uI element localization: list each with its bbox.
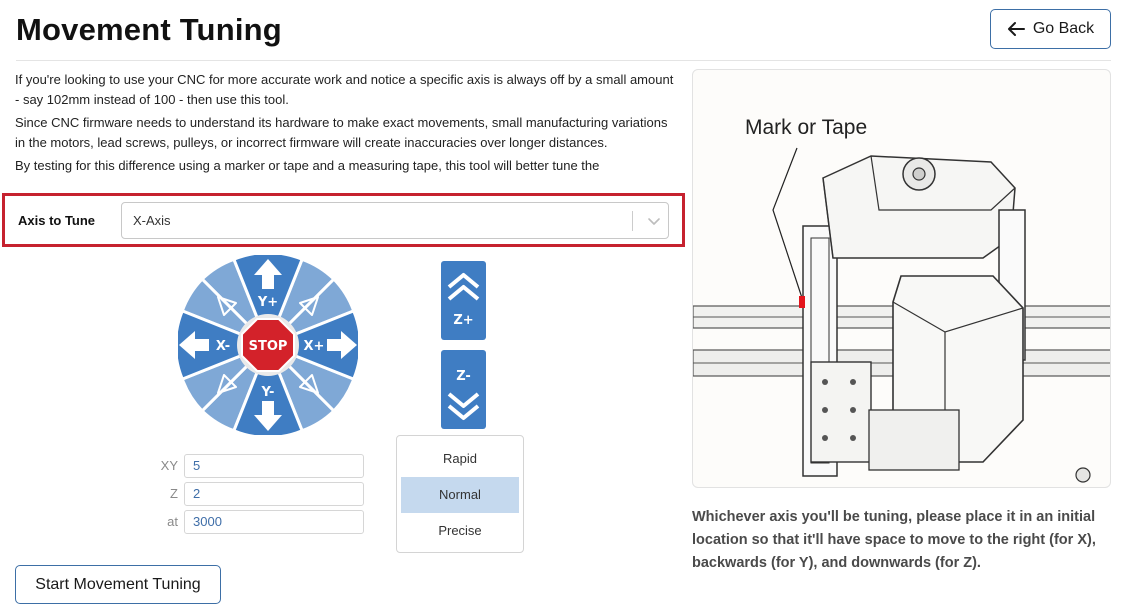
stop-label: STOP xyxy=(249,339,288,354)
axis-selector-highlight: Axis to Tune X-Axis xyxy=(2,193,685,247)
header-divider xyxy=(16,60,1111,61)
xy-step-row: XY 5 xyxy=(160,454,370,478)
speed-option-normal[interactable]: Normal xyxy=(401,477,519,513)
go-back-button[interactable]: Go Back xyxy=(990,9,1111,49)
feed-rate-row: at 3000 xyxy=(160,510,370,534)
feed-rate-label: at xyxy=(167,514,178,529)
axis-select-value: X-Axis xyxy=(133,213,171,228)
axis-label: Axis to Tune xyxy=(18,213,96,228)
y-minus-label: Y- xyxy=(261,385,275,400)
intro-text: If you're looking to use your CNC for mo… xyxy=(15,70,675,192)
z-step-row: Z 2 xyxy=(160,482,370,506)
chevron-down-icon[interactable] xyxy=(646,213,662,229)
select-separator xyxy=(632,211,633,231)
speed-option-rapid[interactable]: Rapid xyxy=(401,441,519,477)
intro-paragraph: Since CNC firmware needs to understand i… xyxy=(15,115,668,150)
speed-presets: Rapid Normal Precise xyxy=(396,435,524,553)
tape-mark xyxy=(799,296,805,308)
z-plus-label: Z+ xyxy=(453,313,474,328)
arrow-left-icon xyxy=(1007,22,1025,36)
axis-select[interactable]: X-Axis xyxy=(121,202,669,239)
start-movement-tuning-button[interactable]: Start Movement Tuning xyxy=(15,565,221,604)
xy-step-input[interactable]: 5 xyxy=(184,454,364,478)
double-chevron-up-icon xyxy=(447,273,480,301)
intro-paragraph: If you're looking to use your CNC for mo… xyxy=(15,72,674,107)
z-minus-button[interactable]: Z- xyxy=(441,350,486,429)
jog-wheel: Y+ Y- X+ X- STOP xyxy=(178,255,358,435)
speed-option-precise[interactable]: Precise xyxy=(401,513,519,549)
illustration-label: Mark or Tape xyxy=(745,116,868,139)
intro-paragraph: By testing for this difference using a m… xyxy=(15,158,600,173)
placement-instructions: Whichever axis you'll be tuning, please … xyxy=(692,509,1096,571)
y-plus-label: Y+ xyxy=(257,295,278,310)
double-chevron-down-icon xyxy=(447,392,480,420)
machine-illustration: Mark or Tape xyxy=(692,69,1111,488)
feed-rate-input[interactable]: 3000 xyxy=(184,510,364,534)
go-back-label: Go Back xyxy=(1032,20,1095,37)
z-step-label: Z xyxy=(170,486,178,501)
x-minus-label: X- xyxy=(216,339,230,354)
page-title: Movement Tuning xyxy=(16,12,282,47)
z-minus-label: Z- xyxy=(456,369,471,384)
z-jog-column: Z+ Z- xyxy=(441,261,486,429)
x-plus-label: X+ xyxy=(304,339,325,354)
xy-step-label: XY xyxy=(160,458,178,473)
z-step-input[interactable]: 2 xyxy=(184,482,364,506)
z-plus-button[interactable]: Z+ xyxy=(441,261,486,340)
